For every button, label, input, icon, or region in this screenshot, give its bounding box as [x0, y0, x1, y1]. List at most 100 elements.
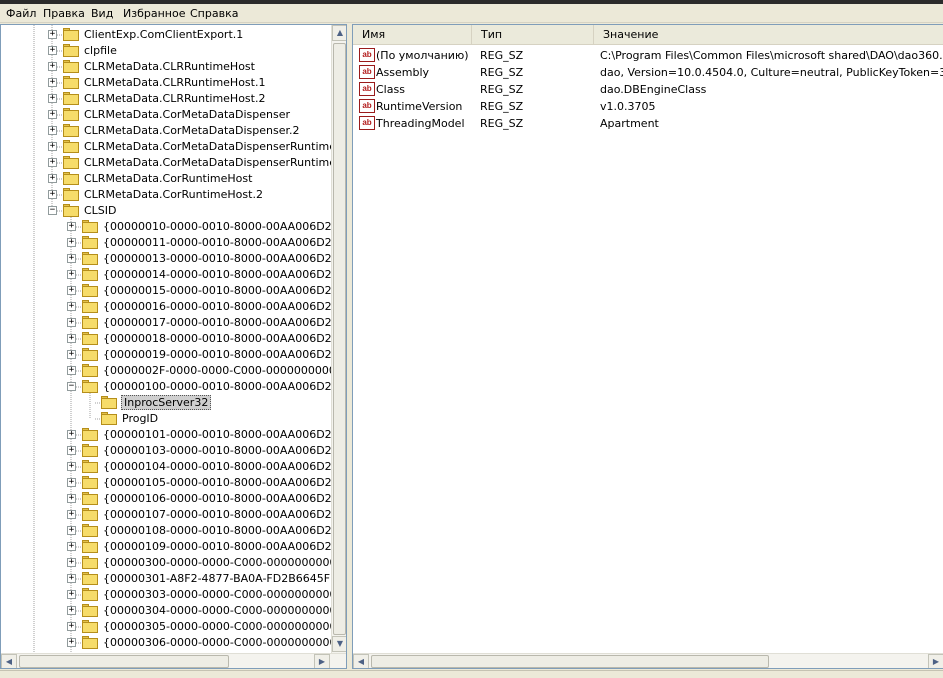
tree-node-label[interactable]: {00000103-0000-0010-8000-00AA006D2EA4} [102, 444, 346, 457]
tree-node-label[interactable]: CLRMetaData.CLRRuntimeHost [83, 60, 256, 73]
tree-node-label[interactable]: {00000018-0000-0010-8000-00AA006D2EA4} [102, 332, 346, 345]
expand-icon[interactable]: + [67, 334, 76, 343]
scroll-right-icon[interactable]: ▶ [928, 654, 943, 668]
registry-values-pane[interactable]: Имя Тип Значение ab (По умолчанию) REG_SZ C… [352, 24, 943, 669]
tree-node-label[interactable]: {00000017-0000-0010-8000-00AA006D2EA4} [102, 316, 346, 329]
column-header-value[interactable]: Значение [594, 25, 943, 45]
expand-icon[interactable]: + [48, 46, 57, 55]
tree-node-label[interactable]: {00000305-0000-0000-C000-000000000046} [102, 620, 346, 633]
tree-node-label[interactable]: {00000019-0000-0010-8000-00AA006D2EA4} [102, 348, 346, 361]
value-row[interactable]: ab (По умолчанию) REG_SZ C:\Program Files\C… [353, 47, 943, 64]
expand-icon[interactable]: + [67, 350, 76, 359]
expand-icon[interactable]: + [67, 462, 76, 471]
expand-icon[interactable]: + [67, 574, 76, 583]
expand-icon[interactable]: + [67, 494, 76, 503]
expand-icon[interactable]: + [67, 430, 76, 439]
value-row[interactable]: ab Assembly REG_SZ dao, Version=10.0.4504.0… [353, 64, 943, 81]
values-horizontal-scrollbar[interactable]: ◀ ▶ [353, 653, 943, 668]
expand-icon[interactable]: + [67, 558, 76, 567]
expand-icon[interactable]: + [67, 302, 76, 311]
tree-node-label[interactable]: {00000300-0000-0000-C000-000000000046} [102, 556, 346, 569]
tree-node-label[interactable]: {00000304-0000-0000-C000-000000000046} [102, 604, 346, 617]
expand-icon[interactable]: + [67, 526, 76, 535]
expand-icon[interactable]: + [48, 94, 57, 103]
tree-node-label[interactable]: {00000303-0000-0000-C000-000000000046} [102, 588, 346, 601]
tree-node-label[interactable]: {00000105-0000-0010-8000-00AA006D2EA4} [102, 476, 346, 489]
expand-icon[interactable]: + [48, 190, 57, 199]
scroll-right-icon[interactable]: ▶ [314, 654, 330, 668]
tree-vertical-scrollbar[interactable]: ▲ ▼ [331, 25, 346, 653]
expand-icon[interactable]: + [67, 238, 76, 247]
menu-view[interactable]: Вид [91, 7, 113, 20]
menu-favorites[interactable]: Избранное [123, 7, 185, 20]
column-header-name[interactable]: Имя [353, 25, 472, 45]
expand-icon[interactable]: + [67, 590, 76, 599]
tree-node-label[interactable]: CLRMetaData.CorRuntimeHost.2 [83, 188, 264, 201]
tree-node-label[interactable]: {00000014-0000-0010-8000-00AA006D2EA4} [102, 268, 346, 281]
tree-node-label[interactable]: {00000301-A8F2-4877-BA0A-FD2B6645FB94} [102, 572, 346, 585]
expand-icon[interactable]: + [67, 286, 76, 295]
scroll-up-icon[interactable]: ▲ [332, 25, 346, 41]
collapse-icon[interactable]: − [67, 382, 76, 391]
menu-file[interactable]: Файл [6, 7, 36, 20]
tree-node-label[interactable]: CLRMetaData.CLRRuntimeHost.1 [83, 76, 266, 89]
tree-node-label[interactable]: {00000104-0000-0010-8000-00AA006D2EA4} [102, 460, 346, 473]
tree-node-label[interactable]: CLRMetaData.CorMetaDataDispenserRuntime [83, 140, 337, 153]
tree-node-label[interactable]: CLRMetaData.CorMetaDataDispenserRuntime.… [83, 156, 346, 169]
values-hscroll-thumb[interactable] [371, 655, 769, 668]
tree-node-label[interactable]: {0000002F-0000-0000-C000-000000000046} [102, 364, 346, 377]
expand-icon[interactable]: + [48, 126, 57, 135]
tree-node-label[interactable]: CLRMetaData.CorMetaDataDispenser [83, 108, 291, 121]
tree-node-label[interactable]: {00000015-0000-0010-8000-00AA006D2EA4} [102, 284, 346, 297]
column-header-type[interactable]: Тип [472, 25, 594, 45]
tree-node-label[interactable]: ProgID [121, 412, 159, 425]
expand-icon[interactable]: + [48, 30, 57, 39]
expand-icon[interactable]: + [67, 270, 76, 279]
expand-icon[interactable]: + [67, 510, 76, 519]
tree-hscroll-thumb[interactable] [19, 655, 229, 668]
expand-icon[interactable]: + [67, 606, 76, 615]
tree-node-label[interactable]: {00000106-0000-0010-8000-00AA006D2EA4} [102, 492, 346, 505]
menu-edit[interactable]: Правка [43, 7, 85, 20]
scroll-down-icon[interactable]: ▼ [332, 636, 346, 652]
registry-tree-pane[interactable]: + ClientExp.ComClientExport.1 + clpfile + CLR… [0, 24, 347, 669]
tree-node-label[interactable]: {00000107-0000-0010-8000-00AA006D2EA4} [102, 508, 346, 521]
tree-node-label[interactable]: {00000011-0000-0010-8000-00AA006D2EA4} [102, 236, 346, 249]
tree-node-label[interactable]: CLRMetaData.CorMetaDataDispenser.2 [83, 124, 301, 137]
expand-icon[interactable]: + [48, 174, 57, 183]
value-row[interactable]: ab ThreadingModel REG_SZ Apartment [353, 115, 943, 132]
value-row[interactable]: ab RuntimeVersion REG_SZ v1.0.3705 [353, 98, 943, 115]
collapse-icon[interactable]: − [48, 206, 57, 215]
expand-icon[interactable]: + [67, 254, 76, 263]
value-row[interactable]: ab Class REG_SZ dao.DBEngineClass [353, 81, 943, 98]
expand-icon[interactable]: + [48, 142, 57, 151]
expand-icon[interactable]: + [67, 638, 76, 647]
expand-icon[interactable]: + [67, 318, 76, 327]
expand-icon[interactable]: + [48, 158, 57, 167]
tree-node-label[interactable]: ClientExp.ComClientExport.1 [83, 28, 244, 41]
expand-icon[interactable]: + [67, 366, 76, 375]
tree-node-label[interactable]: {00000016-0000-0010-8000-00AA006D2EA4} [102, 300, 346, 313]
expand-icon[interactable]: + [48, 110, 57, 119]
expand-icon[interactable]: + [48, 62, 57, 71]
expand-icon[interactable]: + [67, 622, 76, 631]
tree-node-label[interactable]: {00000101-0000-0010-8000-00AA006D2EA4} [102, 428, 346, 441]
tree-node-label[interactable]: {00000109-0000-0010-8000-00AA006D2EA4} [102, 540, 346, 553]
scroll-left-icon[interactable]: ◀ [1, 654, 17, 668]
scroll-left-icon[interactable]: ◀ [353, 654, 369, 668]
tree-node-label[interactable]: CLRMetaData.CorRuntimeHost [83, 172, 253, 185]
tree-node-label[interactable]: CLSID [83, 204, 118, 217]
tree-node-label[interactable]: {00000010-0000-0010-8000-00AA006D2EA4} [102, 220, 346, 233]
tree-horizontal-scrollbar[interactable]: ◀ ▶ [1, 653, 346, 668]
tree-node-label[interactable]: clpfile [83, 44, 118, 57]
tree-node-label[interactable]: {00000108-0000-0010-8000-00AA006D2EA4} [102, 524, 346, 537]
tree-node-label[interactable]: CLRMetaData.CLRRuntimeHost.2 [83, 92, 266, 105]
tree-node-label[interactable]: {00000013-0000-0010-8000-00AA006D2EA4} [102, 252, 346, 265]
tree-vscroll-thumb[interactable] [333, 43, 346, 635]
tree-node-label[interactable]: {00000100-0000-0010-8000-00AA006D2EA4} [102, 380, 346, 393]
tree-node-label[interactable]: {00000306-0000-0000-C000-000000000046} [102, 636, 346, 649]
expand-icon[interactable]: + [67, 542, 76, 551]
expand-icon[interactable]: + [67, 478, 76, 487]
expand-icon[interactable]: + [67, 446, 76, 455]
expand-icon[interactable]: + [67, 222, 76, 231]
